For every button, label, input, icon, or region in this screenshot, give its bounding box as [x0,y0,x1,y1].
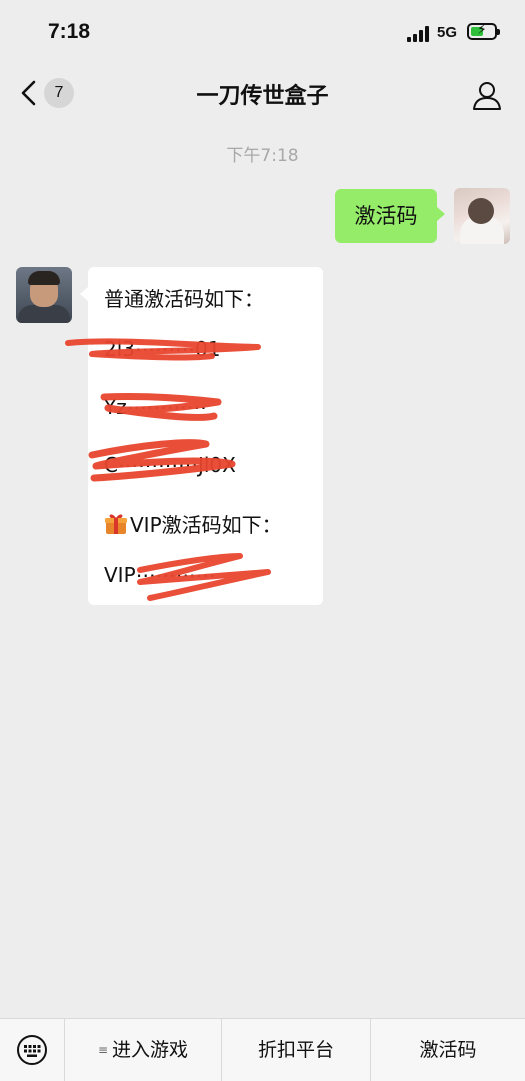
outgoing-message-bubble[interactable]: 激活码 [335,189,445,243]
menu-enter-game[interactable]: ≡ 进入游戏 [65,1019,222,1081]
cellular-signal-icon [407,26,431,42]
message-timestamp: 下午7:18 [226,146,299,166]
activation-code-2: Yz⋯⋯⋯⋯ [104,395,207,419]
menu-enter-game-label: 进入游戏 [112,1039,189,1061]
my-avatar[interactable] [454,188,510,244]
activation-code-3: C⋯⋯⋯⋯Jl0X [104,453,236,477]
vip-code-heading: VIP激活码如下： [130,513,282,537]
bottom-menu: ≡ 进入游戏 折扣平台 激活码 [0,1018,525,1081]
battery-icon: ⚡ [467,22,500,40]
menu-discount-platform-label: 折扣平台 [257,1039,334,1061]
menu-activation-code[interactable]: 激活码 [371,1019,525,1081]
network-type: 5G [437,24,458,41]
profile-button[interactable] [470,78,504,112]
status-time: 7:18 [48,20,91,43]
activation-code-1: 2l3⋯⋯⋯01 [104,337,221,361]
outgoing-message-text: 激活码 [354,204,418,228]
menu-discount-platform[interactable]: 折扣平台 [222,1019,371,1081]
person-icon [473,82,501,110]
vip-activation-code: VIP⋯⋯⋯⋯ [104,563,216,587]
normal-code-heading: 普通激活码如下： [104,287,264,311]
status-bar: 7:18 5G ⚡ [0,0,525,66]
contact-avatar[interactable] [16,267,72,323]
chat-title: 一刀传世盒子 [196,84,329,109]
nav-bar: 7 一刀传世盒子 [0,66,525,122]
keyboard-toggle-button[interactable] [0,1019,65,1081]
vip-code-heading-row: VIP激活码如下： [104,509,282,538]
gift-icon [104,512,128,536]
keyboard-icon [17,1035,47,1065]
incoming-message-bubble[interactable]: 普通激活码如下： 2l3⋯⋯⋯01 Yz⋯⋯⋯⋯ C⋯⋯⋯⋯Jl0X VIP激活… [80,267,323,605]
submenu-icon: ≡ [97,1043,109,1057]
menu-activation-code-label: 激活码 [419,1039,477,1061]
